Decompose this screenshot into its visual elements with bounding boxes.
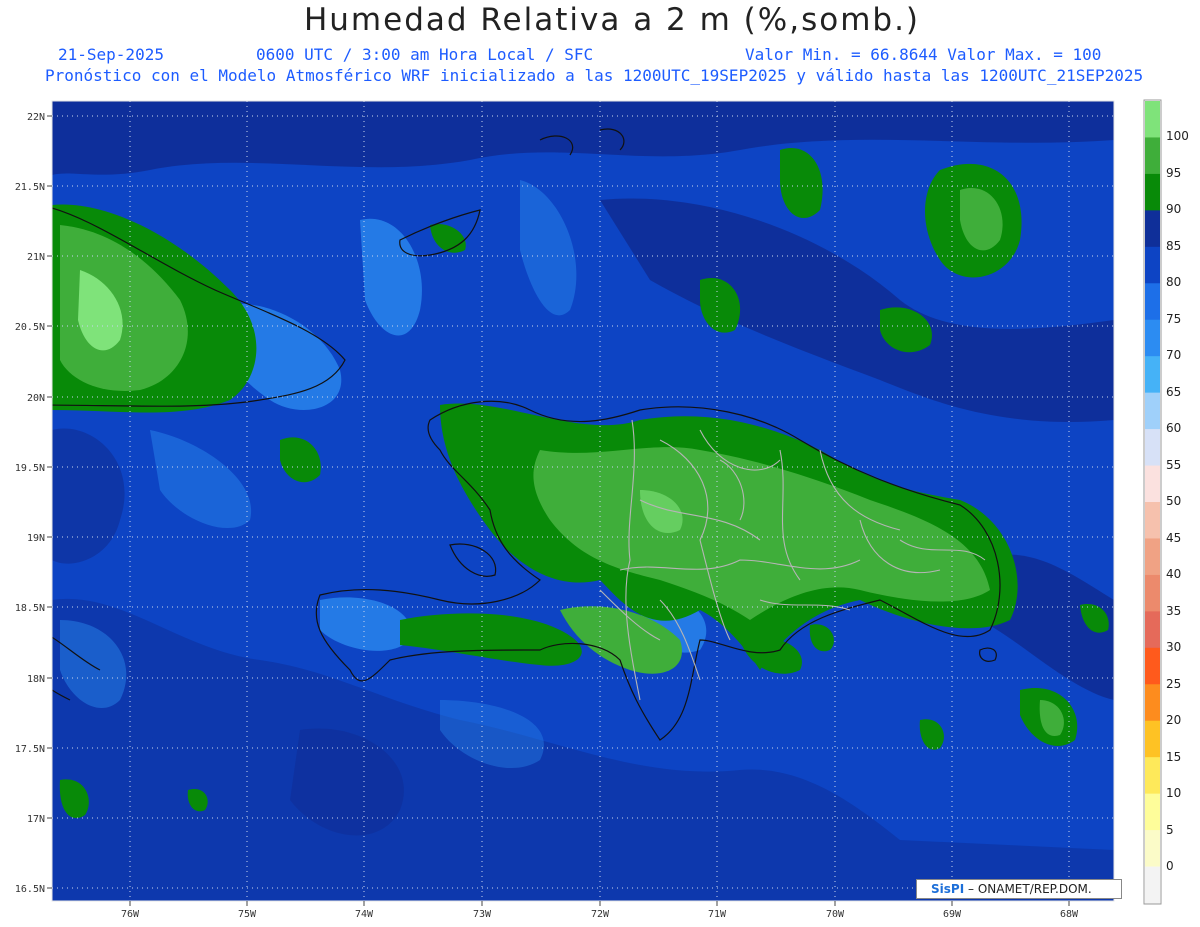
lat-label: 21.5N: [15, 182, 45, 193]
colorbar-label: 95: [1166, 166, 1181, 180]
lat-label: 20.5N: [15, 322, 45, 333]
lat-label: 19.5N: [15, 463, 45, 474]
colorbar-swatches: [1145, 101, 1160, 904]
colorbar-label: 90: [1166, 202, 1181, 216]
colorbar-swatch: [1145, 647, 1160, 685]
colorbar-swatch: [1145, 246, 1160, 284]
lat-label: 16.5N: [15, 884, 45, 895]
longitude-labels: 76W 75W 74W 73W 72W 71W 70W 69W 68W: [121, 909, 1079, 920]
colorbar-label: 15: [1166, 750, 1181, 764]
lon-label: 76W: [121, 909, 140, 920]
colorbar-label: 60: [1166, 421, 1181, 435]
lon-label: 69W: [943, 909, 962, 920]
colorbar: 100 95 90 85 80 75 70 65 60 55 50 45 40 …: [1143, 99, 1189, 905]
colorbar-swatch: [1145, 173, 1160, 211]
colorbar-swatch: [1145, 101, 1160, 139]
colorbar-swatch: [1145, 465, 1160, 503]
colorbar-swatch: [1145, 684, 1160, 722]
colorbar-label: 65: [1166, 385, 1181, 399]
colorbar-swatch: [1145, 574, 1160, 612]
credit-text: – ONAMET/REP.DOM.: [968, 882, 1092, 896]
colorbar-swatch: [1145, 830, 1160, 868]
lon-label: 68W: [1060, 909, 1079, 920]
colorbar-label: 5: [1166, 823, 1174, 837]
lat-label: 18.5N: [15, 603, 45, 614]
colorbar-label: 40: [1166, 567, 1181, 581]
humidity-map: 22N 21.5N 21N 20.5N 20N 19.5N 19N 18.5N …: [15, 99, 1189, 920]
lon-label: 71W: [708, 909, 727, 920]
colorbar-label: 70: [1166, 348, 1181, 362]
colorbar-label: 75: [1166, 312, 1181, 326]
lat-label: 18N: [27, 674, 45, 685]
colorbar-swatch: [1145, 757, 1160, 795]
colorbar-swatch: [1145, 283, 1160, 321]
map-panel: [52, 101, 1114, 901]
colorbar-swatch: [1145, 319, 1160, 357]
colorbar-swatch: [1145, 538, 1160, 576]
colorbar-label: 50: [1166, 494, 1181, 508]
lon-label: 75W: [238, 909, 257, 920]
colorbar-label: 45: [1166, 531, 1181, 545]
colorbar-swatch: [1145, 429, 1160, 467]
colorbar-label: 100: [1166, 129, 1189, 143]
colorbar-swatch: [1145, 502, 1160, 540]
colorbar-label: 55: [1166, 458, 1181, 472]
lon-label: 72W: [591, 909, 610, 920]
lat-label: 20N: [27, 393, 45, 404]
colorbar-swatch: [1145, 611, 1160, 649]
colorbar-label: 0: [1166, 859, 1174, 873]
colorbar-label: 25: [1166, 677, 1181, 691]
colorbar-label: 35: [1166, 604, 1181, 618]
colorbar-label: 80: [1166, 275, 1181, 289]
colorbar-swatch: [1145, 137, 1160, 175]
colorbar-swatch: [1145, 793, 1160, 831]
colorbar-swatch: [1145, 720, 1160, 758]
colorbar-label: 85: [1166, 239, 1181, 253]
colorbar-swatch: [1145, 210, 1160, 248]
lat-label: 17.5N: [15, 744, 45, 755]
credit-box: SisPI – ONAMET/REP.DOM.: [916, 879, 1122, 899]
colorbar-label: 10: [1166, 786, 1181, 800]
lat-label: 17N: [27, 814, 45, 825]
colorbar-label: 20: [1166, 713, 1181, 727]
latitude-labels: 22N 21.5N 21N 20.5N 20N 19.5N 19N 18.5N …: [15, 112, 45, 895]
colorbar-swatch: [1145, 866, 1160, 904]
lon-label: 74W: [355, 909, 374, 920]
lon-label: 70W: [826, 909, 845, 920]
colorbar-label: 30: [1166, 640, 1181, 654]
lat-label: 21N: [27, 252, 45, 263]
lat-label: 19N: [27, 533, 45, 544]
lat-label: 22N: [27, 112, 45, 123]
credit-brand: SisPI: [931, 882, 965, 896]
colorbar-swatch: [1145, 356, 1160, 394]
colorbar-swatch: [1145, 392, 1160, 430]
lon-label: 73W: [473, 909, 492, 920]
